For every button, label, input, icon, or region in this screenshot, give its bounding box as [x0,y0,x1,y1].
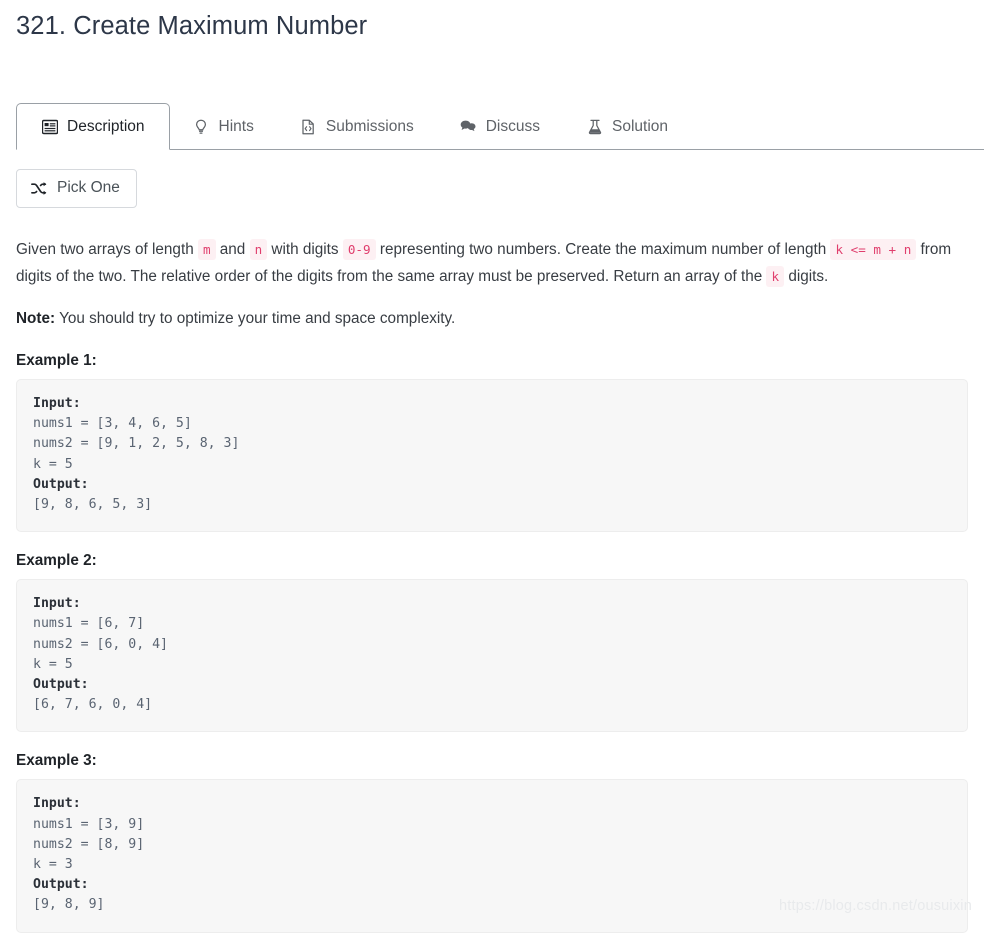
desc-text-4: representing two numbers. Create the max… [375,241,831,259]
input-lines: nums1 = [3, 4, 6, 5] nums2 = [9, 1, 2, 5… [33,416,240,472]
input-label: Input: [33,396,81,412]
desc-text-3: with digits [267,241,343,259]
inline-code-k-constraint: k <= m + n [830,239,917,261]
example-1-code: Input: nums1 = [3, 4, 6, 5] nums2 = [9, … [16,379,968,533]
tab-description[interactable]: Description [16,103,170,151]
tab-label: Submissions [325,118,414,136]
file-code-icon [300,119,317,136]
tab-label: Description [67,117,145,135]
inline-code-n: n [249,239,268,261]
example-3-heading: Example 3: [16,752,97,770]
tab-hints[interactable]: Hints [170,104,277,150]
toolbar: Pick One [16,169,984,209]
tab-bar: Description Hints Submissions Discuss So… [16,93,984,151]
tab-label: Discuss [485,118,540,136]
output-lines: [9, 8, 6, 5, 3] [33,497,153,513]
pick-one-button[interactable]: Pick One [16,169,137,209]
tab-discuss[interactable]: Discuss [437,104,563,150]
speech-bubbles-icon [460,119,477,136]
output-lines: [6, 7, 6, 0, 4] [33,697,153,713]
output-lines: [9, 8, 9] [33,897,105,913]
tab-submissions[interactable]: Submissions [277,104,437,150]
input-lines: nums1 = [3, 9] nums2 = [8, 9] k = 3 [33,816,145,873]
desc-text-6: digits. [784,268,829,286]
tab-label: Hints [218,118,254,136]
description-icon [41,118,58,135]
pick-one-label: Pick One [57,179,120,197]
input-label: Input: [33,596,81,612]
tab-label: Solution [612,118,669,136]
tab-solution[interactable]: Solution [563,104,691,150]
flask-icon [586,119,603,136]
output-label: Output: [33,877,89,893]
input-lines: nums1 = [6, 7] nums2 = [6, 0, 4] k = 5 [33,616,168,672]
desc-text-1: Given two arrays of length [16,241,198,259]
shuffle-icon [31,181,47,197]
problem-page: 321. Create Maximum Number Description H… [0,0,984,933]
example-2-heading: Example 2: [16,552,97,570]
note-text: You should try to optimize your time and… [55,310,456,328]
page-title: 321. Create Maximum Number [16,12,368,40]
output-label: Output: [33,677,89,693]
inline-code-m: m [197,239,216,261]
example-2-code: Input: nums1 = [6, 7] nums2 = [6, 0, 4] … [16,579,968,733]
lightbulb-icon [193,119,210,136]
problem-content: Given two arrays of length m and n with … [16,236,968,933]
inline-code-digits: 0-9 [342,239,376,261]
example-3-code: Input: nums1 = [3, 9] nums2 = [8, 9] k =… [16,779,968,933]
inline-code-k: k [766,266,785,288]
note-label: Note: [16,310,56,328]
description-paragraph: Given two arrays of length m and n with … [16,236,968,290]
example-1-heading: Example 1: [16,352,97,370]
desc-text-2: and [215,241,250,259]
input-label: Input: [33,796,81,812]
note-paragraph: Note: You should try to optimize your ti… [16,306,968,332]
output-label: Output: [33,476,89,492]
